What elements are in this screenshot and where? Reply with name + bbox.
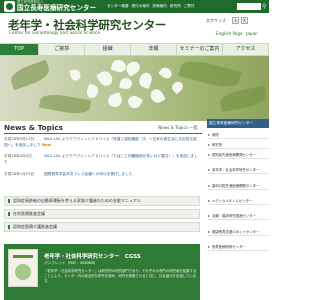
- font-size-label: 文字サイズ: [206, 18, 226, 23]
- tab-annual-report[interactable]: 年報: [131, 44, 178, 55]
- news-divider: [4, 133, 202, 134]
- sidebar-header[interactable]: 国立長寿医療研究センター: [207, 119, 269, 128]
- news-date: 平成28年4月4日: [4, 154, 32, 158]
- tab-greeting[interactable]: ご挨拶: [39, 44, 86, 55]
- search-input[interactable]: [237, 3, 261, 10]
- link-dementia-care-council[interactable]: 認知症医療介護推進会議: [4, 222, 200, 232]
- tab-seminar[interactable]: セミナーのご案内: [177, 44, 224, 55]
- tab-top[interactable]: TOP: [0, 44, 40, 55]
- sidebar-item-gerontology[interactable]: 老年学・社会科学研究センター: [207, 168, 269, 174]
- toplink-reception[interactable]: 受付の案内: [132, 3, 150, 9]
- japan-link[interactable]: Japan: [246, 31, 258, 36]
- sidebar-item-genome[interactable]: メディカルゲノムセンター: [207, 199, 269, 205]
- org-logo-icon[interactable]: [4, 1, 15, 12]
- font-large-button[interactable]: 大: [241, 17, 248, 24]
- sidebar-item-hospital[interactable]: 病院: [207, 133, 269, 139]
- news-item: 平成28年1月25日 国際長寿学会年次プレス会議への申込を受付しました: [4, 171, 200, 177]
- link-home-care-council[interactable]: 在宅医療推進会議: [4, 209, 200, 219]
- toplink-research[interactable]: 研究所: [170, 3, 181, 9]
- org-name-link[interactable]: 国立長寿医療研究センター: [17, 4, 96, 12]
- new-badge: New: [42, 143, 52, 147]
- sidebar-item-dementia[interactable]: 認知症先進医療開発センター: [207, 153, 269, 159]
- font-small-button[interactable]: 小: [232, 17, 239, 24]
- news-title: News & Topics: [4, 123, 63, 132]
- english-page-link[interactable]: English Page: [216, 31, 243, 36]
- toplink-donation[interactable]: ご寄付: [184, 3, 195, 9]
- news-item: 平成28年4月4日 NILS-LSA よりウワヅイントアドバイス「たばこと内臓脂肪…: [4, 153, 200, 165]
- toplink-medical[interactable]: 診療案内: [153, 3, 167, 9]
- hero-image: [0, 56, 269, 121]
- cgss-description: 「老年学・社会科学研究センター」は研究所の研究部門であり、それぞれの専門の研究者…: [44, 269, 197, 283]
- main-nav: TOP ご挨拶 組織 年報 セミナーのご案内 アクセス: [0, 43, 269, 56]
- toplink-overview[interactable]: センター概要: [107, 3, 129, 9]
- link-dementia-driving-manual[interactable]: 認知症高齢者の自動車運転を考える家族介護者のための支援マニュアル: [4, 196, 200, 206]
- tab-access[interactable]: アクセス: [223, 44, 269, 55]
- news-more-link[interactable]: News & Topics 一覧: [158, 125, 198, 131]
- sidebar-item-robot[interactable]: 健康長寿支援ロボットセンター: [207, 230, 269, 236]
- news-date: 平成28年9月13日: [4, 137, 35, 141]
- sidebar-item-training[interactable]: 長寿医療研修センター: [207, 245, 269, 251]
- cgss-pdf-link[interactable]: パンフレット（PDF：3080KB）: [44, 261, 97, 266]
- sidebar-item-research[interactable]: 研究所: [207, 143, 269, 149]
- sidebar-item-clinical[interactable]: 治験・臨床研究推進センター: [207, 214, 269, 220]
- cgss-title: 老年学・社会科学研究センター CGSS: [44, 254, 141, 260]
- news-item: 平成28年9月13日 NILS-LSA よりウワヅイントアドバイス「体重と認知機能…: [4, 136, 200, 148]
- news-date: 平成28年1月25日: [4, 172, 35, 176]
- site-subtitle: Center for Gerontology and Social Scienc…: [9, 31, 101, 36]
- top-links: センター概要 受付の案内 診療案内 研究所 ご寄付: [107, 3, 194, 9]
- news-link[interactable]: 国際長寿学会年次プレス会議への申込を受付しました: [44, 172, 133, 176]
- tab-organization[interactable]: 組織: [85, 44, 132, 55]
- cgss-pamphlet-cover[interactable]: [8, 249, 38, 287]
- search-icon[interactable]: ⚲: [262, 3, 268, 10]
- sidebar-item-dental[interactable]: 歯科口腔先進医療開発センター: [207, 184, 269, 190]
